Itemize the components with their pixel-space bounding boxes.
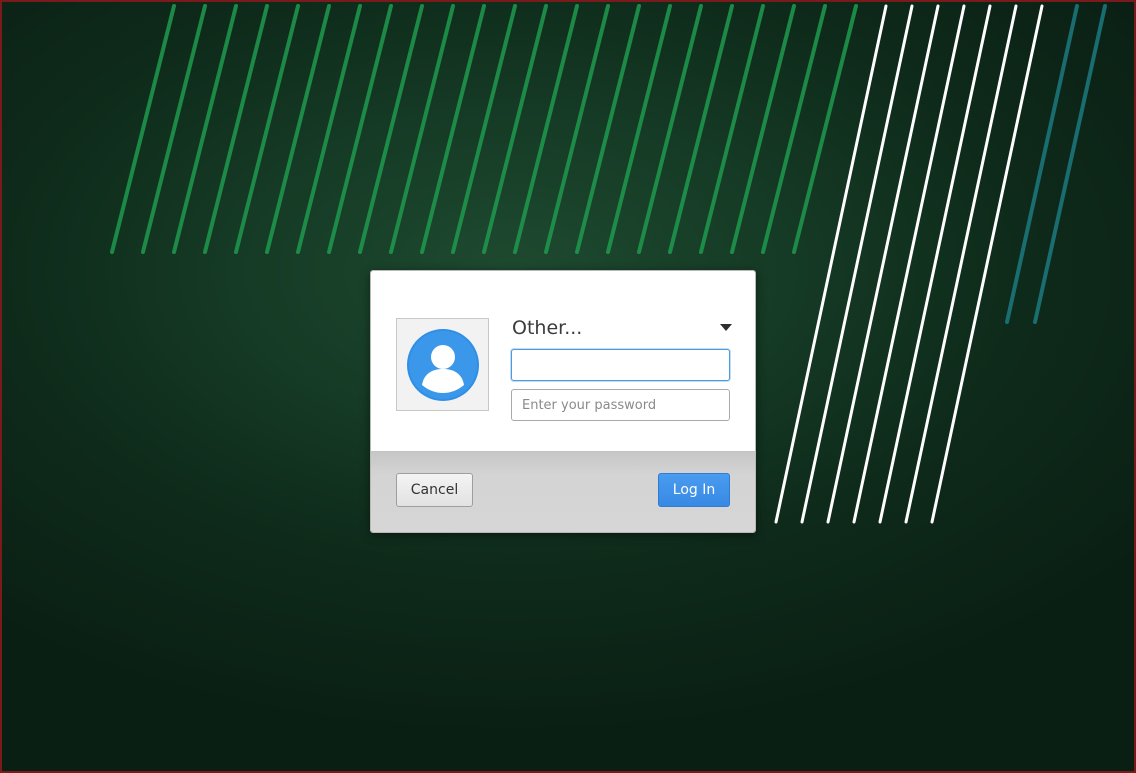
login-button[interactable]: Log In xyxy=(658,473,730,507)
chevron-down-icon[interactable] xyxy=(720,324,732,331)
cancel-button[interactable]: Cancel xyxy=(396,473,473,507)
selected-user-label: Other... xyxy=(512,317,583,339)
wallpaper-teal-stripes xyxy=(1005,4,1107,324)
dialog-credentials-panel: Other... xyxy=(371,271,755,452)
wallpaper-white-stripes xyxy=(774,4,1044,524)
wallpaper-green-stripes xyxy=(110,4,858,254)
login-dialog: Other... Cancel Log In xyxy=(370,270,756,533)
avatar xyxy=(396,318,489,411)
user-selector-dropdown[interactable]: Other... xyxy=(512,315,732,341)
username-input[interactable] xyxy=(511,349,730,381)
password-input[interactable] xyxy=(511,389,730,421)
login-screen: Other... Cancel Log In xyxy=(0,0,1136,773)
user-avatar-icon xyxy=(407,329,479,401)
